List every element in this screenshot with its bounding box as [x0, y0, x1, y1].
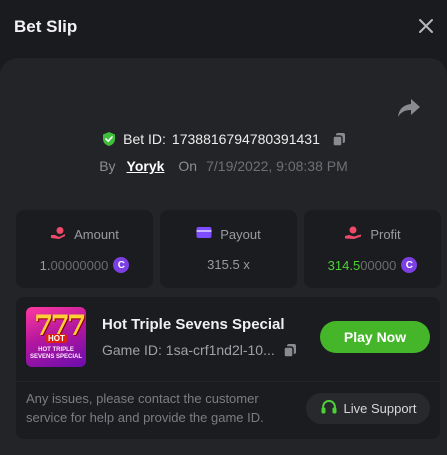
header: Bet Slip	[0, 0, 447, 54]
live-support-label: Live Support	[343, 401, 417, 416]
verified-shield-icon	[101, 131, 117, 147]
user-link[interactable]: Yoryk	[127, 158, 165, 174]
game-title: Hot Triple Sevens Special	[102, 316, 285, 333]
amount-card: Amount 1.00000000 C	[16, 210, 153, 288]
payout-label: Payout	[220, 226, 261, 242]
copy-icon[interactable]	[283, 343, 297, 358]
coins-icon	[50, 226, 66, 243]
wallet-icon	[196, 226, 212, 242]
game-id-text: Game ID: 1sa-crf1nd2l-10...	[102, 342, 275, 358]
support-notice: Any issues, please contact the customer …	[26, 391, 264, 425]
bet-meta-row: By Yoryk On 7/19/2022, 9:08:38 PM	[0, 155, 447, 177]
bet-id-value: 1738816794780391431	[171, 131, 320, 147]
headset-icon	[320, 399, 338, 418]
close-icon[interactable]	[417, 17, 435, 35]
thumbnail-caption: HOT TRIPLE SEVENS SPECIAL	[29, 347, 82, 360]
on-label: On	[178, 158, 198, 174]
game-box: 777 HOT HOT TRIPLE SEVENS SPECIAL Hot Tr…	[16, 297, 440, 439]
game-thumbnail[interactable]: 777 HOT HOT TRIPLE SEVENS SPECIAL	[26, 307, 86, 367]
profit-value: 314.500000	[327, 257, 397, 273]
bet-id-row: Bet ID: 1738816794780391431	[0, 128, 447, 150]
bet-id-label: Bet ID:	[123, 131, 166, 147]
play-now-button[interactable]: Play Now	[320, 321, 430, 353]
amount-value: 1.00000000	[39, 257, 109, 273]
share-icon[interactable]	[397, 97, 421, 119]
profit-label: Profit	[370, 227, 401, 242]
live-support-button[interactable]: Live Support	[306, 393, 430, 424]
profit-hand-icon	[344, 226, 362, 243]
currency-coin-icon: C	[113, 257, 130, 273]
thumbnail-badge: HOT	[46, 334, 67, 343]
currency-coin-icon: C	[401, 257, 418, 273]
payout-card: Payout 315.5 x	[160, 210, 297, 288]
amount-label: Amount	[74, 227, 119, 242]
page-title: Bet Slip	[14, 17, 78, 36]
by-label: By	[99, 158, 116, 174]
profit-card: Profit 314.500000 C	[304, 210, 441, 288]
divider	[16, 381, 440, 382]
payout-value: 315.5 x	[207, 257, 250, 272]
copy-icon[interactable]	[332, 132, 346, 147]
bet-date: 7/19/2022, 9:08:38 PM	[206, 158, 348, 174]
game-id-row: Game ID: 1sa-crf1nd2l-10...	[102, 342, 298, 358]
